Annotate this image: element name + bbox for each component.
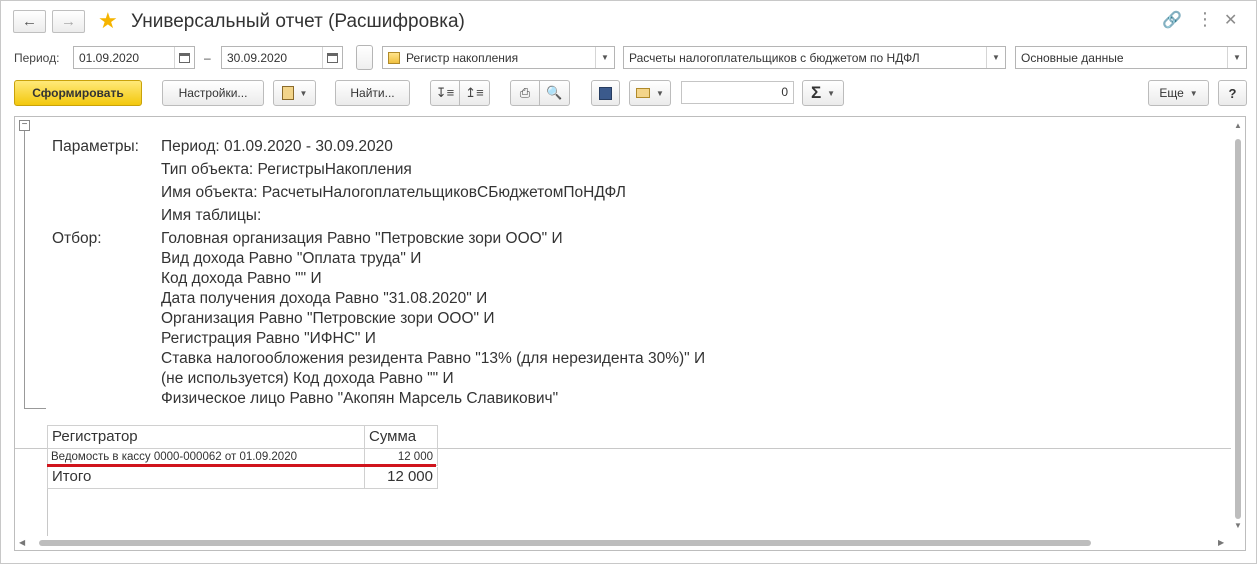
period-select-button[interactable]: [356, 45, 373, 70]
register-icon: [388, 51, 400, 64]
chevron-down-icon: ▼: [1189, 88, 1198, 98]
sum-button[interactable]: Σ ▼: [802, 80, 844, 106]
params-label: Параметры:: [52, 138, 139, 155]
sort-descending-icon[interactable]: ↧≡: [430, 80, 460, 106]
print-preview-icon[interactable]: 🔍: [540, 80, 570, 106]
chevron-down-icon: ▼: [827, 88, 836, 98]
chevron-down-icon: ▼: [656, 88, 664, 98]
help-button[interactable]: ?: [1218, 80, 1247, 106]
date-to-field[interactable]: 30.09.2020: [221, 46, 343, 69]
chevron-down-icon[interactable]: ▼: [986, 47, 1005, 68]
generate-button[interactable]: Сформировать: [14, 80, 142, 106]
report-spreadsheet[interactable]: − Параметры: Период: 01.09.2020 - 30.09.…: [14, 116, 1246, 551]
sort-ascending-icon[interactable]: ↥≡: [460, 80, 490, 106]
calendar-icon[interactable]: [322, 47, 342, 68]
more-menu-icon[interactable]: ⋮: [1196, 9, 1214, 29]
group-line: [24, 131, 25, 408]
sigma-icon: Σ: [810, 83, 822, 102]
save-button[interactable]: [591, 80, 620, 106]
variants-button[interactable]: ▼: [273, 80, 316, 106]
filter-line: Регистрация Равно "ИФНС" И: [161, 330, 376, 347]
settings-button[interactable]: Настройки...: [162, 80, 264, 106]
horizontal-scroll-thumb[interactable]: [39, 540, 1091, 546]
scroll-left-icon[interactable]: ◀: [19, 538, 25, 548]
date-from-value: 01.09.2020: [79, 50, 140, 65]
calendar-icon[interactable]: [174, 47, 194, 68]
param-line: Имя объекта: РасчетыНалогоплательщиковСБ…: [161, 184, 626, 201]
period-label: Период:: [14, 51, 60, 65]
link-icon[interactable]: 🔗: [1162, 11, 1182, 31]
horizontal-scrollbar[interactable]: ◀ ▶: [15, 536, 1233, 550]
date-from-field[interactable]: 01.09.2020: [73, 46, 195, 69]
total-label: Итого: [47, 467, 365, 489]
column-header-registrar[interactable]: Регистратор: [47, 425, 365, 449]
filter-label: Отбор:: [52, 230, 102, 247]
print-group: ⎙ 🔍: [510, 80, 570, 106]
filter-line: Головная организация Равно "Петровские з…: [161, 230, 563, 247]
group-line: [24, 408, 46, 409]
chevron-down-icon[interactable]: ▼: [1227, 47, 1246, 68]
sum-field[interactable]: 0: [681, 81, 794, 104]
filter-line: Вид дохода Равно "Оплата труда" И: [161, 250, 422, 267]
email-button[interactable]: ▼: [629, 80, 671, 106]
sort-group: ↧≡ ↥≡: [430, 80, 490, 106]
forward-button[interactable]: →: [52, 10, 85, 33]
chevron-down-icon[interactable]: ▼: [595, 47, 614, 68]
arrow-left-icon: ←: [22, 13, 37, 30]
table-name-select[interactable]: Основные данные ▼: [1015, 46, 1247, 69]
filter-line: Организация Равно "Петровские зори ООО" …: [161, 310, 495, 327]
param-line: Имя таблицы:: [161, 207, 262, 224]
date-to-value: 30.09.2020: [227, 50, 288, 65]
window-title: Универсальный отчет (Расшифровка): [131, 11, 465, 32]
collapse-icon[interactable]: −: [19, 120, 30, 131]
table-name-value: Основные данные: [1021, 50, 1124, 65]
more-label: Еще: [1159, 86, 1184, 100]
scroll-up-icon[interactable]: ▲: [1234, 121, 1242, 131]
favorite-star-icon[interactable]: ★: [98, 9, 118, 33]
period-dash: –: [204, 51, 211, 65]
object-name-select[interactable]: Расчеты налогоплательщиков с бюджетом по…: [623, 46, 1006, 69]
print-icon[interactable]: ⎙: [510, 80, 540, 106]
report-window: ← → ★ Универсальный отчет (Расшифровка) …: [0, 0, 1257, 564]
envelope-icon: [636, 88, 651, 98]
object-type-select[interactable]: Регистр накопления ▼: [382, 46, 615, 69]
floppy-disk-icon: [599, 86, 612, 100]
more-button[interactable]: Еще ▼: [1148, 80, 1209, 106]
filter-line: Дата получения дохода Равно "31.08.2020"…: [161, 290, 488, 307]
scroll-right-icon[interactable]: ▶: [1218, 538, 1224, 548]
vertical-scrollbar[interactable]: ▲ ▼: [1231, 117, 1245, 550]
vertical-scroll-thumb[interactable]: [1235, 139, 1241, 519]
scroll-down-icon[interactable]: ▼: [1234, 521, 1242, 531]
param-line: Период: 01.09.2020 - 30.09.2020: [161, 138, 393, 155]
object-type-value: Регистр накопления: [406, 50, 519, 65]
chevron-down-icon: ▼: [299, 88, 308, 98]
object-name-value: Расчеты налогоплательщиков с бюджетом по…: [629, 50, 920, 65]
total-sum: 12 000: [365, 467, 438, 489]
param-line: Тип объекта: РегистрыНакопления: [161, 161, 412, 178]
filter-line: Ставка налогообложения резидента Равно "…: [161, 350, 706, 367]
close-icon[interactable]: ✕: [1224, 11, 1237, 31]
column-header-sum[interactable]: Сумма: [365, 425, 438, 449]
filter-line: Код дохода Равно "" И: [161, 270, 322, 287]
filter-line: Физическое лицо Равно "Акопян Марсель Сл…: [161, 390, 559, 407]
back-button[interactable]: ←: [13, 10, 46, 33]
clipboard-icon: [281, 86, 294, 100]
arrow-right-icon: →: [61, 13, 76, 30]
find-button[interactable]: Найти...: [335, 80, 410, 106]
filter-line: (не используется) Код дохода Равно "" И: [161, 370, 454, 387]
